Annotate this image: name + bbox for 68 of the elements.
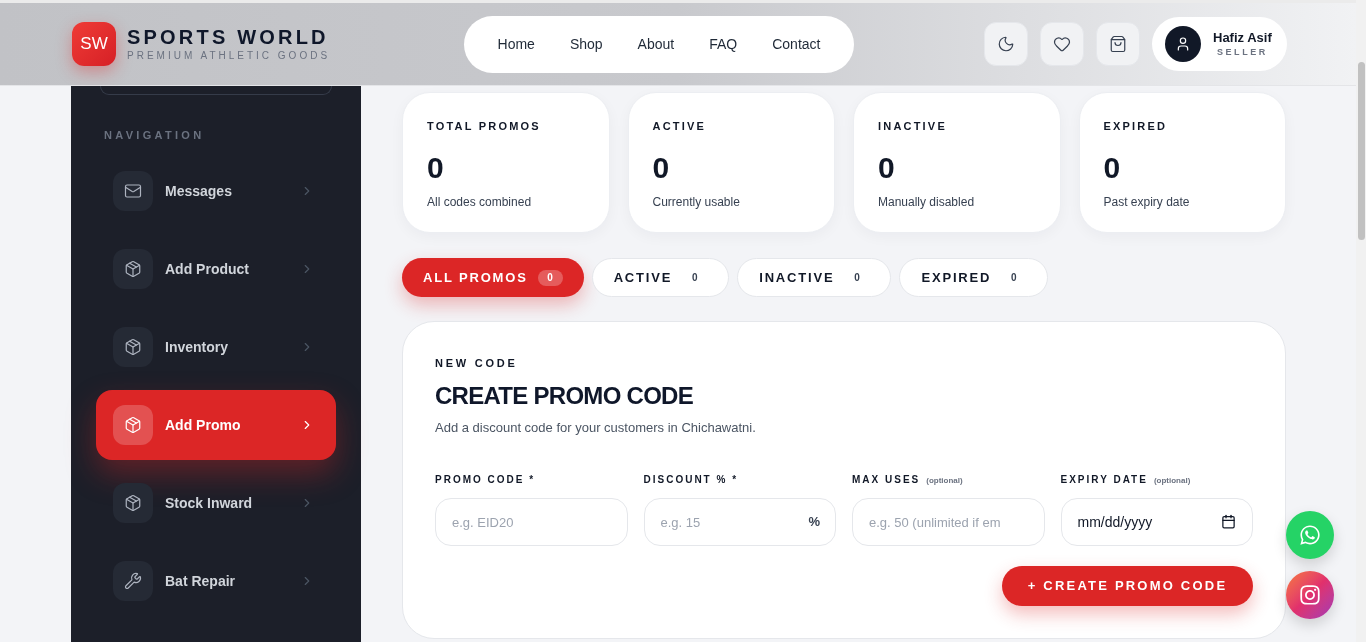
form-title: CREATE PROMO CODE [435, 381, 693, 411]
stat-label: ACTIVE [652, 119, 707, 133]
moon-icon [997, 35, 1015, 53]
brand-tagline: PREMIUM ATHLETIC GOODS [127, 49, 331, 63]
filter-tab[interactable]: INACTIVE 0 [737, 258, 892, 297]
stat-value: 0 [652, 154, 670, 182]
theme-toggle-button[interactable] [984, 22, 1028, 66]
stat-value: 0 [427, 154, 444, 182]
user-avatar-icon [1165, 26, 1201, 62]
wrench-icon [113, 561, 153, 601]
date-field[interactable]: mm/dd/yyyy [1060, 498, 1253, 546]
sidebar-item[interactable]: Add Promo [96, 390, 336, 460]
user-profile-button[interactable]: Hafiz Asif SELLER [1152, 17, 1287, 71]
nav-link[interactable]: FAQ [709, 33, 738, 55]
stat-caption: Past expiry date [1103, 194, 1190, 210]
form-eyebrow: NEW CODE [435, 356, 518, 370]
envelope-icon [113, 171, 153, 211]
stat-caption: All codes combined [427, 194, 532, 210]
nav-link[interactable]: About [637, 33, 675, 55]
tab-count: 0 [1010, 271, 1018, 285]
whatsapp-icon [1299, 524, 1321, 546]
field-label: MAX USES [852, 473, 921, 487]
stat-label: INACTIVE [878, 119, 947, 133]
stat-value: 0 [878, 154, 895, 182]
input-field[interactable]: e.g. 50 (unlimited if em [852, 498, 1045, 546]
sidebar-item[interactable]: Inventory [96, 312, 336, 382]
filter-tab[interactable]: ACTIVE 0 [591, 258, 730, 297]
form-description: Add a discount code for your customers in Chichawatni. [435, 419, 756, 437]
heart-icon [1053, 35, 1071, 53]
create-promo-button[interactable]: + CREATE PROMO CODE [1002, 566, 1253, 606]
tab-count: 0 [537, 269, 563, 286]
optional-hint: (optional) [1153, 475, 1191, 487]
stat-label: EXPIRED [1103, 119, 1168, 133]
instagram-icon [1299, 584, 1321, 606]
sidebar-item[interactable]: Stock Inward [96, 468, 336, 538]
box-icon [113, 249, 153, 289]
box-icon [113, 327, 153, 367]
sidebar-item[interactable]: Messages [96, 156, 336, 226]
logo-badge[interactable]: SW [72, 22, 116, 66]
field-label: PROMO CODE * [435, 473, 536, 487]
input-field[interactable]: e.g. EID20 [435, 498, 628, 546]
percent-suffix: % [808, 513, 820, 531]
filter-tab[interactable]: EXPIRED 0 [899, 258, 1049, 297]
box-icon [113, 483, 153, 523]
stat-caption: Currently usable [652, 194, 740, 210]
calendar-icon[interactable] [1221, 514, 1236, 529]
tab-count: 0 [690, 271, 699, 285]
bag-icon [1109, 35, 1127, 53]
stat-value: 0 [1103, 154, 1121, 182]
filter-tab[interactable]: ALL PROMOS 0 [402, 258, 584, 297]
scrollbar-thumb[interactable] [1357, 62, 1365, 240]
nav-link[interactable]: Home [497, 33, 535, 55]
sidebar-item[interactable]: Add Product [96, 234, 336, 304]
brand-name: SPORTS WORLD [127, 25, 330, 49]
field-label: DISCOUNT % * [643, 473, 739, 487]
sidebar-heading: NAVIGATION [104, 128, 205, 142]
box-icon [113, 405, 153, 445]
wishlist-button[interactable] [1040, 22, 1084, 66]
field-label: EXPIRY DATE [1060, 473, 1148, 487]
tab-count: 0 [853, 271, 861, 285]
nav-link[interactable]: Shop [569, 33, 603, 55]
cart-button[interactable] [1096, 22, 1140, 66]
stat-label: TOTAL PROMOS [427, 119, 541, 133]
stat-caption: Manually disabled [878, 194, 975, 210]
sidebar-item[interactable]: Bat Repair [96, 546, 336, 616]
nav-link[interactable]: Contact [772, 33, 821, 55]
instagram-button[interactable] [1286, 571, 1334, 619]
optional-hint: (optional) [926, 475, 963, 487]
